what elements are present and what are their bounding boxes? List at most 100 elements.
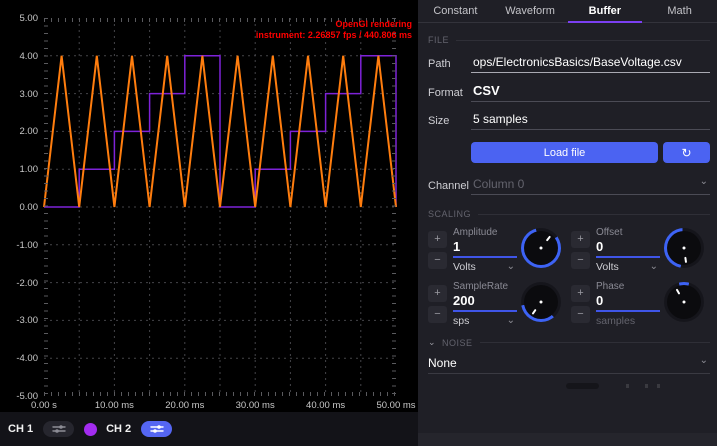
size-value: 5 samples: [471, 112, 710, 130]
amplitude-steppers: + −: [428, 231, 447, 269]
x-tick-label: 40.00 ms: [306, 400, 345, 411]
mode-tabs: Constant Waveform Buffer Math: [418, 0, 717, 23]
y-tick-label: -4.00: [0, 353, 38, 364]
amplitude-decrement-button[interactable]: −: [428, 252, 447, 269]
x-tick-label: 50.00 ms: [376, 400, 415, 411]
waveform-plot: 5.004.003.002.001.000.00-1.00-2.00-3.00-…: [0, 0, 418, 412]
x-tick-label: 10.00 ms: [95, 400, 134, 411]
phase-unit-label: samples: [596, 315, 635, 327]
tab-waveform[interactable]: Waveform: [493, 0, 568, 22]
format-value: CSV: [471, 83, 710, 102]
amplitude-increment-button[interactable]: +: [428, 231, 447, 248]
signal-generator-window: 5.004.003.002.001.000.00-1.00-2.00-3.00-…: [0, 0, 717, 446]
chevron-down-icon: ⌄: [505, 262, 517, 272]
panel-body: FILE Path ops/ElectronicsBasics/BaseVolt…: [418, 35, 717, 374]
offset-steppers: + −: [571, 231, 590, 269]
amplitude-text: Amplitude 1 Volts ⌄: [453, 225, 517, 273]
phase-decrement-button[interactable]: −: [571, 306, 590, 323]
knob-center-dot: [540, 247, 543, 250]
phase-label: Phase: [596, 281, 660, 292]
phase-knob[interactable]: [664, 282, 704, 322]
noise-value: None: [428, 356, 696, 370]
ch2-color-dot: [84, 423, 97, 436]
channel-row: Channel Column 0 ⌄: [428, 177, 710, 195]
y-tick-label: 1.00: [0, 164, 38, 175]
amplitude-knob[interactable]: [521, 228, 561, 268]
y-tick-label: 3.00: [0, 89, 38, 100]
tab-constant[interactable]: Constant: [418, 0, 493, 22]
y-tick-label: -1.00: [0, 240, 38, 251]
faded-artifact-dot: [657, 384, 660, 388]
plot-ticks-bottom: [44, 392, 396, 396]
amplitude-unit: Volts: [453, 261, 476, 273]
ch2-label: CH 2: [106, 423, 131, 435]
samplerate-increment-button[interactable]: +: [428, 285, 447, 302]
offset-value-input[interactable]: 0: [596, 239, 660, 258]
offset-decrement-button[interactable]: −: [571, 252, 590, 269]
offset-knob[interactable]: [664, 228, 704, 268]
y-tick-label: 0.00: [0, 202, 38, 213]
refresh-button[interactable]: ↻: [663, 142, 710, 163]
scaling-section-label: SCALING: [428, 209, 471, 219]
samplerate-decrement-button[interactable]: −: [428, 306, 447, 323]
plot-ticks-right: [392, 18, 396, 396]
amplitude-unit-select[interactable]: Volts ⌄: [453, 261, 517, 273]
samplerate-steppers: + −: [428, 285, 447, 323]
offset-unit: Volts: [596, 261, 619, 273]
phase-increment-button[interactable]: +: [571, 285, 590, 302]
section-divider: [480, 342, 710, 343]
ch1-settings-toggle[interactable]: [43, 421, 74, 437]
y-tick-label: 2.00: [0, 126, 38, 137]
ch2-settings-toggle[interactable]: [141, 421, 172, 437]
phase-value-input[interactable]: 0: [596, 293, 660, 312]
sliders-icon: [51, 424, 67, 434]
fps-overlay: OpenGl rendering instrument: 2.26857 fps…: [256, 19, 412, 41]
x-tick-label: 30.00 ms: [236, 400, 275, 411]
section-divider: [456, 40, 710, 41]
channel-select[interactable]: Column 0 ⌄: [471, 177, 710, 195]
y-tick-label: -3.00: [0, 315, 38, 326]
y-tick-label: 4.00: [0, 51, 38, 62]
offset-increment-button[interactable]: +: [571, 231, 590, 248]
load-row: Load file ↻: [471, 142, 710, 163]
offset-text: Offset 0 Volts ⌄: [596, 225, 660, 273]
faded-artifact: [566, 383, 599, 389]
amplitude-control: + − Amplitude 1 Volts ⌄: [428, 225, 567, 273]
phase-steppers: + −: [571, 285, 590, 323]
path-input[interactable]: ops/ElectronicsBasics/BaseVoltage.csv: [471, 55, 710, 73]
x-tick-label: 20.00 ms: [165, 400, 204, 411]
knob-center-dot: [683, 247, 686, 250]
sliders-icon: [149, 424, 165, 434]
noise-section-header: ⌄ NOISE: [428, 337, 710, 348]
noise-select[interactable]: None ⌄: [428, 356, 710, 374]
phase-unit: samples: [596, 315, 660, 327]
overlay-line-1: OpenGl rendering: [256, 19, 412, 30]
knob-center-dot: [540, 301, 543, 304]
overlay-line-2: instrument: 2.26857 fps / 440.806 ms: [256, 30, 412, 41]
load-file-button[interactable]: Load file: [471, 142, 658, 163]
collapse-chevron-icon[interactable]: ⌄: [428, 337, 436, 348]
samplerate-control: + − SampleRate 200 sps ⌄: [428, 279, 567, 327]
chevron-down-icon: ⌄: [648, 262, 660, 272]
samplerate-value-input[interactable]: 200: [453, 293, 517, 312]
phase-text: Phase 0 samples: [596, 279, 660, 327]
offset-control: + − Offset 0 Volts ⌄: [571, 225, 710, 273]
offset-unit-select[interactable]: Volts ⌄: [596, 261, 660, 273]
tab-math[interactable]: Math: [642, 0, 717, 22]
tab-buffer[interactable]: Buffer: [568, 0, 643, 22]
channel-value: Column 0: [473, 177, 696, 191]
amplitude-value-input[interactable]: 1: [453, 239, 517, 258]
samplerate-text: SampleRate 200 sps ⌄: [453, 279, 517, 327]
chevron-down-icon: ⌄: [696, 177, 710, 191]
chevron-down-icon: ⌄: [696, 356, 710, 370]
plot-ticks-left: [44, 18, 48, 396]
samplerate-unit-select[interactable]: sps ⌄: [453, 315, 517, 327]
scaling-controls: + − Amplitude 1 Volts ⌄: [428, 225, 710, 327]
panel-footer: [418, 433, 717, 446]
waveform-canvas: [0, 0, 418, 412]
offset-label: Offset: [596, 227, 660, 238]
samplerate-knob[interactable]: [521, 282, 561, 322]
x-tick-label: 0.00 s: [31, 400, 57, 411]
buffer-settings-panel: Constant Waveform Buffer Math FILE Path …: [418, 0, 717, 446]
samplerate-label: SampleRate: [453, 281, 517, 292]
